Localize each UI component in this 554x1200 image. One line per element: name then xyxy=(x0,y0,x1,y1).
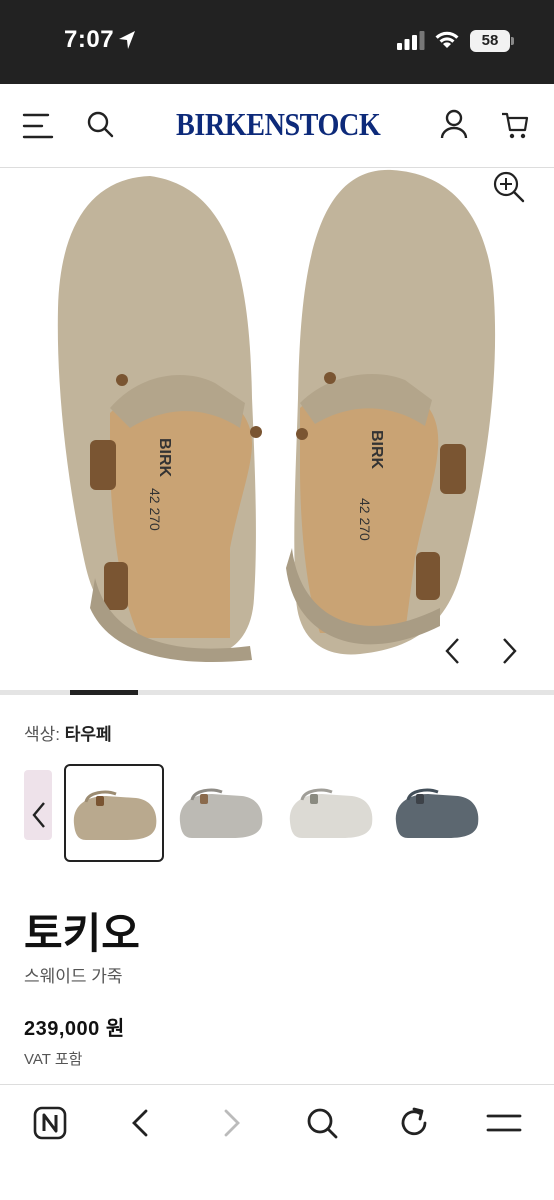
product-price: 239,000 원 xyxy=(24,1018,125,1040)
next-image-icon[interactable] xyxy=(496,636,522,666)
reload-icon[interactable] xyxy=(394,1103,434,1143)
naver-home-icon[interactable] xyxy=(30,1103,70,1143)
color-label: 색상: xyxy=(24,725,61,744)
swatch-white-image xyxy=(289,788,373,838)
left-clog: 42 270 BIRK xyxy=(57,176,262,663)
swatch-taupe-image xyxy=(73,790,157,840)
cart-icon[interactable] xyxy=(500,110,532,142)
signal-icon xyxy=(397,31,425,50)
color-row: 색상: 타우페 xyxy=(24,720,112,745)
location-arrow-icon xyxy=(119,31,135,49)
product-material: 스웨이드 가죽 xyxy=(24,967,123,986)
menu-icon[interactable] xyxy=(22,110,54,142)
svg-text:BIRK: BIRK xyxy=(368,430,385,470)
product-name: 토키오 xyxy=(24,910,140,957)
status-time: 7:07 xyxy=(64,26,115,53)
vat-note: VAT 포함 xyxy=(24,1051,83,1068)
account-icon[interactable] xyxy=(438,108,470,140)
image-progress-track xyxy=(0,690,554,695)
prev-image-icon[interactable] xyxy=(440,636,466,666)
swatch-stone-image xyxy=(179,788,263,838)
right-clog: 42 270 BIRK xyxy=(286,169,496,655)
search-icon[interactable] xyxy=(86,110,118,142)
menu-icon[interactable] xyxy=(484,1103,524,1143)
zoom-icon[interactable] xyxy=(492,170,526,204)
color-value: 타우페 xyxy=(64,725,112,744)
swatch-white[interactable] xyxy=(280,764,380,862)
forward-icon xyxy=(224,1109,240,1137)
back-icon[interactable] xyxy=(120,1103,160,1143)
image-progress-fill xyxy=(70,690,138,695)
browser-bottom-bar xyxy=(0,1084,554,1200)
battery-tip xyxy=(511,37,514,45)
product-image-carousel[interactable]: 42 270 BIRK 42 270 BIRK xyxy=(0,168,554,690)
svg-text:42 270: 42 270 xyxy=(357,498,373,541)
battery-indicator: 58 xyxy=(470,30,510,52)
swatch-blue-grey-image xyxy=(395,788,479,838)
site-header: BIRKENSTOCK xyxy=(0,84,554,168)
swatch-taupe[interactable] xyxy=(64,764,164,862)
svg-text:42 270: 42 270 xyxy=(147,488,163,531)
svg-text:BIRK: BIRK xyxy=(156,438,173,478)
status-bar: 7:07 58 xyxy=(0,0,554,84)
product-photo: 42 270 BIRK 42 270 BIRK xyxy=(57,169,496,663)
swatch-blue-grey[interactable] xyxy=(386,764,486,862)
swatch-stone[interactable] xyxy=(170,764,270,862)
brand-logo[interactable]: BIRKENSTOCK xyxy=(176,106,381,143)
wifi-icon xyxy=(435,31,459,48)
search-icon[interactable] xyxy=(302,1103,342,1143)
swatch-prev-icon[interactable] xyxy=(28,800,50,830)
